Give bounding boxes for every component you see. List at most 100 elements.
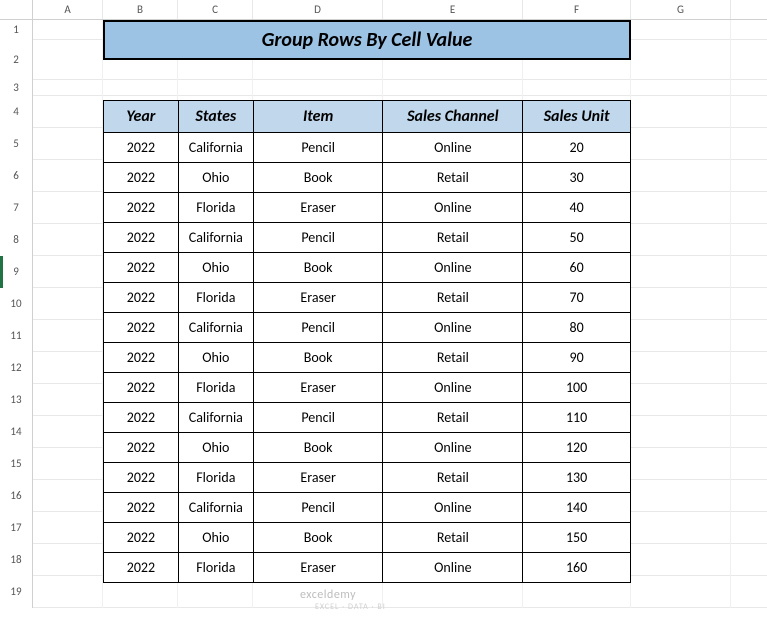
cell-year[interactable]: 2022 (104, 493, 179, 523)
cell-state[interactable]: California (178, 493, 253, 523)
grid-cell[interactable] (33, 20, 103, 40)
row-header-7[interactable]: 7 (0, 192, 33, 224)
grid-cell[interactable] (178, 80, 253, 96)
cell-state[interactable]: Florida (178, 373, 253, 403)
cell-channel[interactable]: Retail (383, 463, 523, 493)
cell-item[interactable]: Pencil (253, 403, 383, 433)
cell-state[interactable]: Florida (178, 553, 253, 583)
cell-channel[interactable]: Online (383, 253, 523, 283)
cell-channel[interactable]: Online (383, 133, 523, 163)
select-all-corner[interactable] (0, 0, 33, 19)
row-header-6[interactable]: 6 (0, 160, 33, 192)
cell-item[interactable]: Eraser (253, 463, 383, 493)
cell-channel[interactable]: Online (383, 433, 523, 463)
grid-cell[interactable] (631, 80, 731, 96)
cell-channel[interactable]: Retail (383, 163, 523, 193)
row-header-11[interactable]: 11 (0, 320, 33, 352)
grid-cell[interactable] (103, 80, 178, 96)
grid-cell[interactable] (33, 544, 103, 576)
cell-item[interactable]: Pencil (253, 313, 383, 343)
cell-state[interactable]: Ohio (178, 343, 253, 373)
row-header-1[interactable]: 1 (0, 20, 33, 40)
grid-cell[interactable] (631, 96, 731, 128)
cell-item[interactable]: Book (253, 433, 383, 463)
cell-year[interactable]: 2022 (104, 283, 179, 313)
row-header-19[interactable]: 19 (0, 576, 33, 608)
grid-cell[interactable] (33, 40, 103, 80)
cell-year[interactable]: 2022 (104, 343, 179, 373)
grid-cell[interactable] (631, 224, 731, 256)
grid-cell[interactable] (33, 80, 103, 96)
column-header-C[interactable]: C (178, 0, 253, 19)
cell-item[interactable]: Eraser (253, 373, 383, 403)
cell-item[interactable]: Eraser (253, 283, 383, 313)
grid-cell[interactable] (631, 416, 731, 448)
grid-cell[interactable] (631, 448, 731, 480)
grid-cell[interactable] (33, 512, 103, 544)
cell-year[interactable]: 2022 (104, 163, 179, 193)
grid-cell[interactable] (631, 192, 731, 224)
cell-state[interactable]: California (178, 313, 253, 343)
grid-cell[interactable] (631, 544, 731, 576)
row-header-14[interactable]: 14 (0, 416, 33, 448)
cell-unit[interactable]: 50 (523, 223, 631, 253)
cell-state[interactable]: Ohio (178, 433, 253, 463)
cell-state[interactable]: California (178, 403, 253, 433)
cell-year[interactable]: 2022 (104, 403, 179, 433)
cell-unit[interactable]: 100 (523, 373, 631, 403)
cell-unit[interactable]: 70 (523, 283, 631, 313)
cell-channel[interactable]: Retail (383, 223, 523, 253)
cell-year[interactable]: 2022 (104, 433, 179, 463)
grid-cell[interactable] (631, 40, 731, 80)
row-header-2[interactable]: 2 (0, 40, 33, 80)
grid-cell[interactable] (33, 384, 103, 416)
cell-unit[interactable]: 90 (523, 343, 631, 373)
cell-channel[interactable]: Online (383, 193, 523, 223)
grid-cell[interactable] (33, 192, 103, 224)
grid-cell[interactable] (33, 448, 103, 480)
cell-unit[interactable]: 60 (523, 253, 631, 283)
grid-cell[interactable] (33, 480, 103, 512)
grid-cell[interactable] (631, 576, 731, 608)
grid-cell[interactable] (631, 288, 731, 320)
cell-year[interactable]: 2022 (104, 133, 179, 163)
column-header-E[interactable]: E (383, 0, 523, 19)
cell-channel[interactable]: Retail (383, 523, 523, 553)
grid-cell[interactable] (383, 80, 523, 96)
cell-state[interactable]: Ohio (178, 163, 253, 193)
cell-year[interactable]: 2022 (104, 553, 179, 583)
grid-cell[interactable] (631, 160, 731, 192)
cell-unit[interactable]: 150 (523, 523, 631, 553)
cell-item[interactable]: Book (253, 163, 383, 193)
cell-unit[interactable]: 140 (523, 493, 631, 523)
header-channel[interactable]: Sales Channel (383, 101, 523, 133)
cell-year[interactable]: 2022 (104, 193, 179, 223)
column-header-A[interactable]: A (33, 0, 103, 19)
cell-item[interactable]: Pencil (253, 133, 383, 163)
row-header-9[interactable]: 9 (0, 256, 33, 288)
column-header-G[interactable]: G (631, 0, 731, 19)
cell-channel[interactable]: Online (383, 313, 523, 343)
cell-item[interactable]: Pencil (253, 223, 383, 253)
grid-cell[interactable] (631, 256, 731, 288)
grid-cell[interactable] (33, 256, 103, 288)
grid-cell[interactable] (631, 352, 731, 384)
cell-state[interactable]: Florida (178, 193, 253, 223)
row-header-3[interactable]: 3 (0, 80, 33, 96)
grid-cell[interactable] (631, 480, 731, 512)
row-header-17[interactable]: 17 (0, 512, 33, 544)
cell-year[interactable]: 2022 (104, 313, 179, 343)
grid-cell[interactable] (33, 160, 103, 192)
cell-item[interactable]: Eraser (253, 553, 383, 583)
cell-unit[interactable]: 110 (523, 403, 631, 433)
row-header-15[interactable]: 15 (0, 448, 33, 480)
row-header-5[interactable]: 5 (0, 128, 33, 160)
header-states[interactable]: States (178, 101, 253, 133)
column-header-F[interactable]: F (523, 0, 631, 19)
grid-cell[interactable] (33, 128, 103, 160)
cell-item[interactable]: Book (253, 253, 383, 283)
grid-cell[interactable] (631, 320, 731, 352)
grid-cell[interactable] (33, 288, 103, 320)
grid-cell[interactable] (631, 384, 731, 416)
cell-channel[interactable]: Online (383, 373, 523, 403)
